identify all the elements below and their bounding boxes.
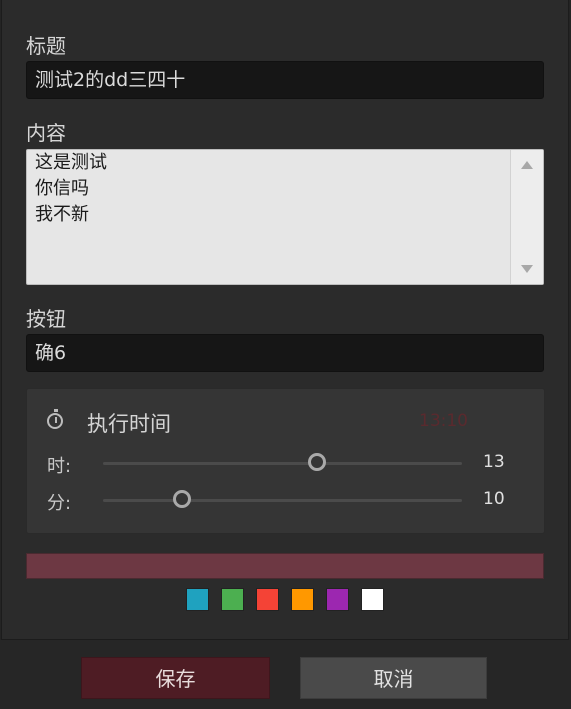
button-text-input[interactable]: 确6 (26, 334, 544, 372)
scroll-down-icon[interactable] (521, 265, 533, 273)
color-swatch[interactable] (221, 588, 244, 611)
minute-slider-handle[interactable] (172, 490, 191, 508)
hour-slider-handle[interactable] (307, 453, 326, 471)
hour-label: 时: (47, 456, 72, 477)
execution-time-section: 执行时间 13:10 时: 13 分: 10 (26, 388, 545, 534)
scroll-up-icon[interactable] (521, 161, 533, 169)
selected-color-bar[interactable] (26, 553, 544, 579)
button-label: 按钮 (26, 307, 66, 331)
color-swatch[interactable] (186, 588, 209, 611)
save-button[interactable]: 保存 (81, 657, 270, 699)
content-textarea[interactable]: 这是测试 你信吗 我不新 (26, 149, 544, 285)
color-swatch[interactable] (326, 588, 349, 611)
execution-time-title: 执行时间 (87, 412, 171, 436)
content-label: 内容 (26, 121, 66, 145)
minute-value: 10 (483, 489, 505, 509)
content-line: 这是测试 (35, 152, 107, 173)
color-swatch[interactable] (291, 588, 314, 611)
hour-slider[interactable] (103, 453, 462, 471)
title-label: 标题 (26, 34, 66, 58)
title-input[interactable]: 测试2的dd三四十 (26, 61, 544, 99)
minute-label: 分: (47, 493, 72, 514)
color-swatch[interactable] (361, 588, 384, 611)
minute-slider[interactable] (103, 490, 462, 508)
cancel-button[interactable]: 取消 (300, 657, 487, 699)
hour-value: 13 (483, 452, 505, 472)
content-line: 你信吗 (35, 178, 89, 199)
stopwatch-icon (47, 409, 63, 429)
content-scrollbar[interactable] (510, 150, 543, 284)
content-text: 这是测试 你信吗 我不新 (35, 150, 507, 228)
time-display: 13:10 (419, 411, 468, 431)
color-swatch[interactable] (256, 588, 279, 611)
content-line: 我不新 (35, 204, 89, 225)
